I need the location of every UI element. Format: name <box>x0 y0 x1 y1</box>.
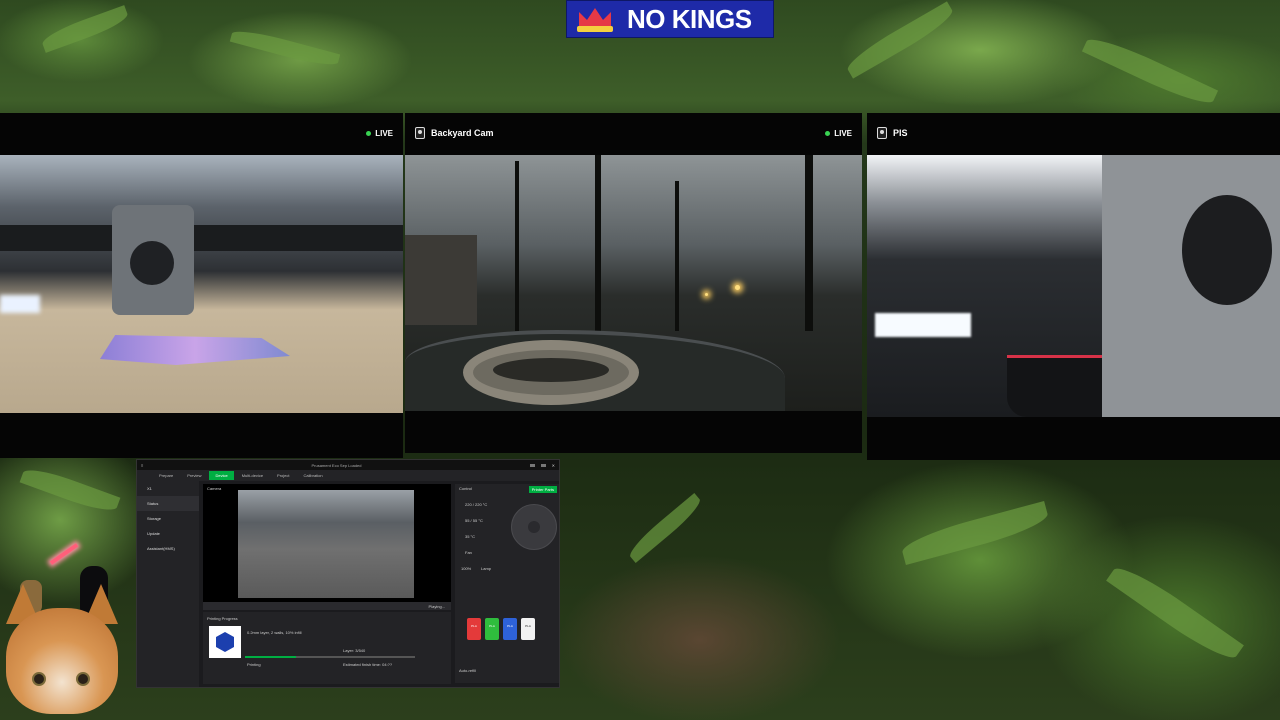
tab-bar: Prepare Preview Device Multi-device Proj… <box>137 470 559 481</box>
bambu-studio-window: ≡ Prusament Eco Sep Loaded ✕ Prepare Pre… <box>136 459 560 688</box>
camera-label: Camera <box>207 486 222 491</box>
tab-multi-device[interactable]: Multi-device <box>236 471 269 480</box>
cat-avatar <box>0 582 126 720</box>
no-kings-banner: NO KINGS <box>566 0 774 38</box>
playing-status: Playing... <box>428 603 445 609</box>
feed-header: Backyard Cam LIVE <box>405 113 862 153</box>
layer-text: Layer: 3/540 <box>343 648 366 653</box>
window-title: Prusament Eco Sep Loaded <box>311 462 362 468</box>
live-dot-icon <box>825 130 831 136</box>
light-glare <box>0 295 40 313</box>
cube-icon <box>216 632 234 652</box>
ams-setting[interactable]: Auto-refill <box>459 668 476 673</box>
pis-video <box>867 155 1280 417</box>
crown-icon <box>571 2 621 36</box>
fan-speed[interactable]: 100% <box>461 566 471 571</box>
nozzle-temp[interactable]: 220 / 220 °C <box>465 502 487 507</box>
backyard-video <box>405 155 862 411</box>
leaf-decoration <box>625 492 705 564</box>
ams-slot[interactable]: PLA <box>503 618 517 640</box>
progress-header: Printing Progress <box>207 616 238 621</box>
motion-pad[interactable] <box>511 504 557 550</box>
menu-icon[interactable]: ≡ <box>141 463 143 468</box>
build-plate-print <box>100 335 290 365</box>
ams-slot[interactable]: PLA <box>521 618 535 640</box>
toolhead-closeup <box>1102 155 1280 417</box>
tree <box>675 181 679 331</box>
control-panel: Control Printer Parts 220 / 220 °C 55 / … <box>455 484 559 683</box>
tab-prepare[interactable]: Prepare <box>153 471 179 480</box>
feed-title: Backyard Cam <box>431 128 494 138</box>
leaf-decoration <box>39 5 131 53</box>
light-glare <box>875 313 971 337</box>
tab-device[interactable]: Device <box>209 471 234 480</box>
live-dot-icon <box>366 130 372 136</box>
leaf-decoration <box>843 1 957 79</box>
progress-bar <box>245 656 415 658</box>
sidebar-item-status[interactable]: Status <box>137 496 199 511</box>
control-label: Control <box>459 486 472 491</box>
feed-header: PIS <box>867 113 1280 153</box>
chamber-temp: 35 °C <box>465 534 476 539</box>
feed-header: LIVE <box>0 113 403 153</box>
print-status: Printing <box>247 662 261 667</box>
camera-image <box>238 490 414 598</box>
device-sidebar: X1 Status Storage Update Assistant(HMS) <box>137 481 199 687</box>
fan-label: Fan <box>465 550 472 555</box>
leaf-decoration <box>1081 31 1219 111</box>
camera-status-bar: Playing... <box>203 602 451 610</box>
toolhead <box>112 205 194 315</box>
model-thumbnail <box>209 626 241 658</box>
leaf-decoration <box>19 463 121 517</box>
printer-video <box>0 155 403 413</box>
gantry <box>0 225 403 251</box>
leaf-decoration <box>229 26 341 70</box>
cat-face <box>6 608 118 714</box>
sidebar-item-assistant[interactable]: Assistant(HMS) <box>137 541 199 556</box>
camera-view: Camera <box>203 484 451 602</box>
live-indicator: LIVE <box>825 129 852 138</box>
tree <box>805 155 813 331</box>
tab-preview[interactable]: Preview <box>181 471 207 480</box>
feed-title: PIS <box>893 128 908 138</box>
leaf-decoration <box>899 501 1051 565</box>
tab-calibration[interactable]: Calibration <box>298 471 329 480</box>
job-name: 0.2mm layer, 2 walls, 10% infill <box>247 630 302 635</box>
light-source <box>735 285 740 290</box>
lamp-toggle[interactable]: Lamp <box>481 566 491 571</box>
cat-eye <box>76 672 90 686</box>
maximize-button[interactable] <box>540 463 546 467</box>
tree <box>595 155 601 331</box>
tree <box>515 161 519 331</box>
finish-time: Estimated finish time: 04:?? <box>343 662 393 667</box>
house <box>405 235 477 325</box>
light-source <box>705 293 708 296</box>
fire-pit <box>463 340 639 405</box>
fan-icon <box>1182 195 1272 305</box>
close-icon[interactable]: ✕ <box>552 463 555 468</box>
camera-icon <box>877 127 887 139</box>
progress-fill <box>245 656 296 658</box>
ams-slot[interactable]: PLA <box>485 618 499 640</box>
live-indicator: LIVE <box>366 129 393 138</box>
sidebar-item-printer[interactable]: X1 <box>137 481 199 496</box>
sidebar-item-update[interactable]: Update <box>137 526 199 541</box>
minimize-button[interactable] <box>529 463 535 467</box>
camera-icon <box>415 127 425 139</box>
leaf-decoration <box>1106 559 1244 667</box>
ams-slot[interactable]: PLA <box>467 618 481 640</box>
banner-text: NO KINGS <box>627 3 752 34</box>
printing-progress-panel: Printing Progress 0.2mm layer, 2 walls, … <box>203 612 451 684</box>
title-bar: ≡ Prusament Eco Sep Loaded ✕ <box>137 460 559 470</box>
sidebar-item-storage[interactable]: Storage <box>137 511 199 526</box>
tab-project[interactable]: Project <box>271 471 295 480</box>
printer-parts-button[interactable]: Printer Parts <box>528 486 557 493</box>
fan-icon <box>130 241 174 285</box>
bed-temp[interactable]: 55 / 55 °C <box>465 518 483 523</box>
cat-eye <box>32 672 46 686</box>
